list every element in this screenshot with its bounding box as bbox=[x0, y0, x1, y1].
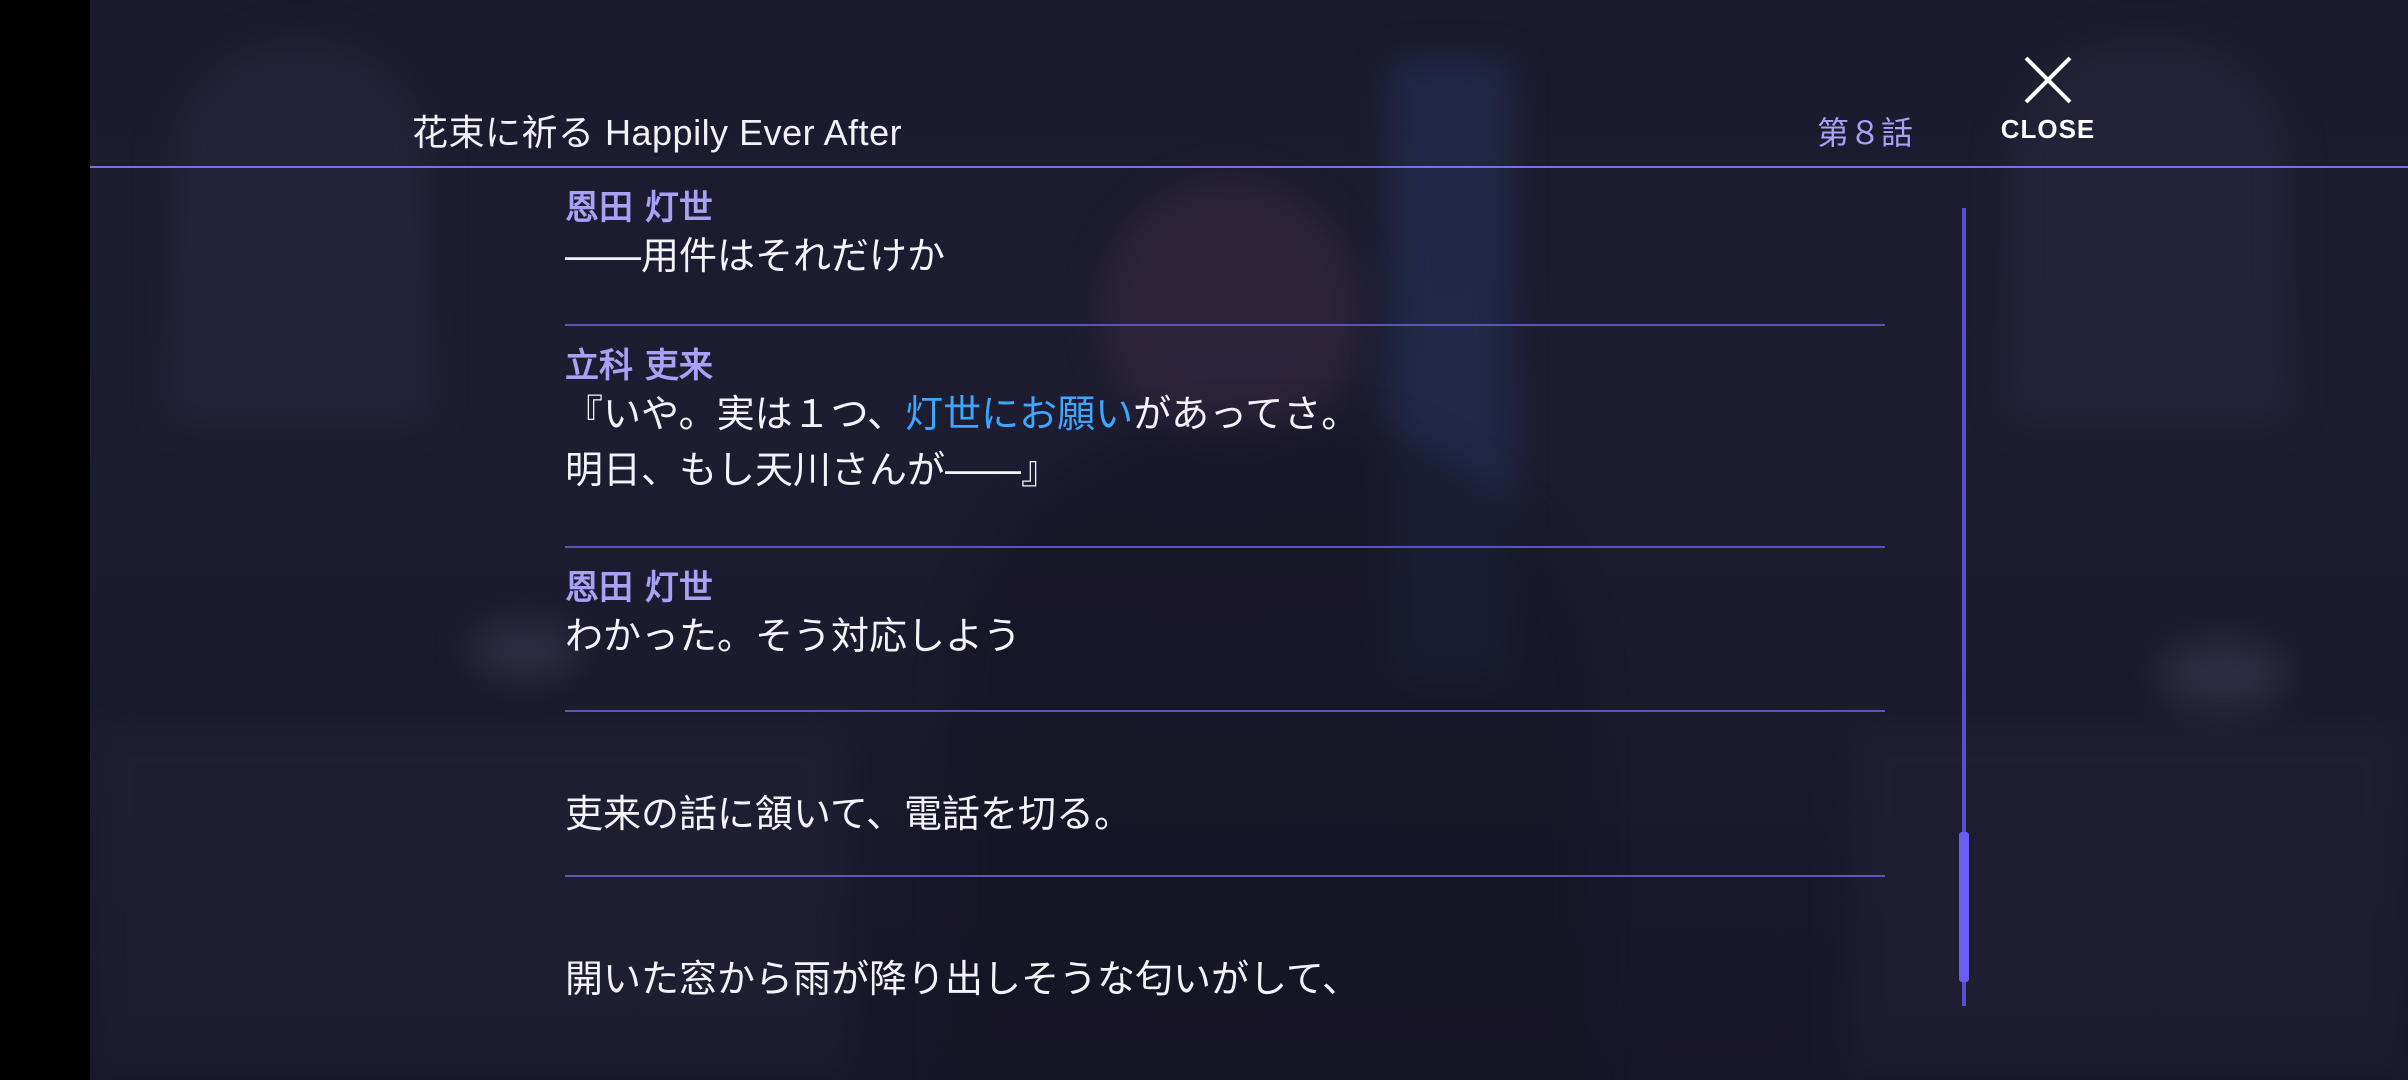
backlog-list[interactable]: 恩田 灯世 ――用件はそれだけか 立科 吏来 『いや。実は１つ、灯世にお願いがあ… bbox=[565, 168, 1885, 1077]
log-entry: 立科 吏来 『いや。実は１つ、灯世にお願いがあってさ。 明日、もし天川さんが――… bbox=[565, 326, 1885, 548]
scrollbar-thumb[interactable] bbox=[1959, 832, 1969, 982]
log-entry-narration: 開いた窓から雨が降り出しそうな匂いがして、 bbox=[565, 877, 1885, 1077]
dialogue-text: 『いや。実は１つ、 bbox=[565, 392, 906, 436]
dialogue-line: 明日、もし天川さんが――』 bbox=[565, 448, 1060, 492]
left-bezel bbox=[0, 0, 90, 1080]
dialogue-line: わかった。そう対応しよう bbox=[565, 614, 1022, 658]
close-label: CLOSE bbox=[2000, 114, 2096, 144]
narration-line: 吏来の話に頷いて、電話を切る。 bbox=[565, 792, 1132, 836]
dialogue-highlight: 灯世にお願い bbox=[905, 392, 1134, 436]
speaker-name: 立科 吏来 bbox=[565, 346, 713, 386]
story-title: 花束に祈る Happily Ever After bbox=[412, 112, 903, 153]
close-icon bbox=[2024, 56, 2072, 104]
bg-lamp-right bbox=[2158, 640, 2288, 710]
speaker-name: 恩田 灯世 bbox=[565, 188, 713, 228]
narration-line: 開いた窓から雨が降り出しそうな匂いがして、 bbox=[565, 957, 1360, 1001]
dialogue-text: があってさ。 bbox=[1133, 392, 1360, 436]
log-entry-narration: 吏来の話に頷いて、電話を切る。 bbox=[565, 712, 1885, 877]
dialogue-line: ――用件はそれだけか bbox=[565, 234, 946, 278]
close-button[interactable]: CLOSE bbox=[1998, 44, 2098, 148]
log-entry: 恩田 灯世 ――用件はそれだけか bbox=[565, 168, 1885, 326]
dialogue-line: 『いや。実は１つ、灯世にお願いがあってさ。 bbox=[565, 386, 1885, 442]
episode-label: 第８話 bbox=[1817, 115, 1914, 151]
speaker-name: 恩田 灯世 bbox=[565, 568, 713, 608]
log-entry: 恩田 灯世 わかった。そう対応しよう bbox=[565, 548, 1885, 712]
bg-table-right bbox=[1848, 720, 2408, 1080]
bg-lamp-left bbox=[470, 620, 580, 680]
